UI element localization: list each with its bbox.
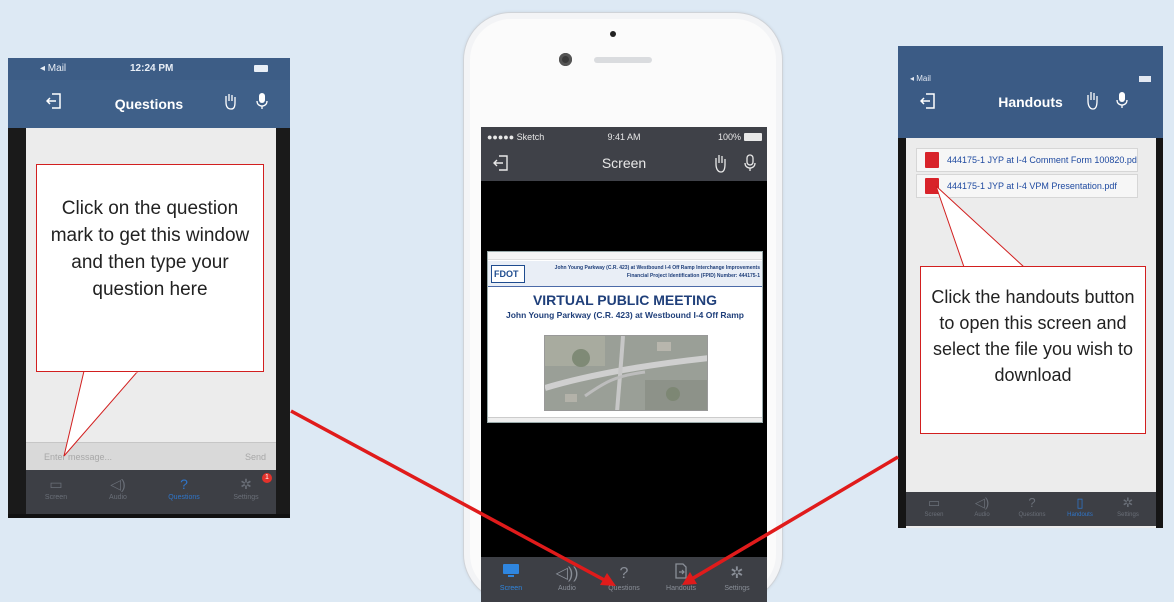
pdf-icon [925,152,939,168]
question-icon: ? [1028,495,1036,510]
tab-label: Screen [924,512,944,518]
battery-icon [744,133,762,141]
tab-label: Settings [233,494,259,501]
tab-questions[interactable]: ? Questions [596,563,652,592]
tab-screen[interactable]: ▭ Screen [34,476,78,501]
phone-mockup: ●●●●● Sketch 9:41 AM 100% Screen FDOT Jo… [463,12,783,602]
slide-footer [488,417,762,422]
status-bar: ●●●●● Sketch 9:41 AM 100% [481,127,767,147]
microphone-icon[interactable] [256,92,268,110]
tab-handouts[interactable]: Handouts [653,563,709,592]
question-icon: ? [619,565,629,582]
microphone-icon[interactable] [744,154,756,172]
tab-label: Questions [168,494,200,501]
tab-label: Audio [109,494,127,501]
project-fpid: Financial Project Identification (FPID) … [626,273,760,279]
clock: 12:24 PM [130,63,174,74]
monitor-icon [483,563,539,585]
slide-toolbar [488,252,762,260]
tab-screen[interactable]: ▭ Screen [912,494,956,518]
battery-icon [1139,76,1151,82]
slide-title: VIRTUAL PUBLIC MEETING [532,292,718,308]
file-name: 444175-1 JYP at I-4 Comment Form 100820.… [947,155,1138,165]
fdot-logo: FDOT [491,265,525,283]
tab-audio[interactable]: ◁) Audio [96,476,140,501]
speaker-icon: ◁)) [555,565,579,582]
speaker-icon: ◁) [110,476,126,492]
tab-questions[interactable]: ? Questions [1010,494,1054,518]
tab-settings[interactable]: ✲ 1 Settings [224,473,272,501]
nav-bar: ◂ Mail Handouts [898,46,1163,138]
project-name: John Young Parkway (C.R. 423) at Westbou… [554,265,760,271]
tab-bar: ▭ Screen ◁) Audio ? Questions ✲ 1 Settings [26,470,276,514]
tab-label: Questions [608,585,640,592]
raise-hand-icon[interactable] [1084,90,1100,110]
handouts-callout: Click the handouts button to open this s… [920,266,1146,434]
handout-file-item[interactable]: 444175-1 JYP at I-4 Comment Form 100820.… [916,148,1138,172]
earpiece [594,57,652,63]
phone-screen: ●●●●● Sketch 9:41 AM 100% Screen FDOT Jo… [481,127,767,602]
send-button[interactable]: Send [245,452,266,462]
tab-label: Screen [44,494,68,501]
monitor-icon: ▭ [49,476,63,492]
message-bar: Enter message... Send [26,442,276,470]
phone-bezel [8,514,290,518]
raise-hand-icon[interactable] [712,153,728,173]
tab-handouts[interactable]: ▯ Handouts [1058,494,1102,518]
tab-label: Questions [1018,512,1046,518]
tab-label: Audio [974,512,990,518]
gear-icon: ✲ [1122,495,1134,510]
tab-settings[interactable]: ✲ Settings [1106,494,1150,518]
tab-label: Audio [558,585,576,592]
tab-label: Handouts [666,585,696,592]
file-name: 444175-1 JYP at I-4 VPM Presentation.pdf [947,181,1117,191]
presentation-slide: FDOT John Young Parkway (C.R. 423) at We… [487,251,763,423]
handout-file-item[interactable]: 444175-1 JYP at I-4 VPM Presentation.pdf [916,174,1138,198]
speaker-icon: ◁) [974,495,990,510]
microphone-icon[interactable] [1116,91,1128,109]
question-icon: ? [180,476,188,492]
tab-audio[interactable]: ◁)) Audio [539,563,595,592]
battery-icon [254,65,268,72]
tab-questions[interactable]: ? Questions [162,476,206,501]
tab-audio[interactable]: ◁) Audio [960,494,1004,518]
camera-icon [559,53,572,66]
questions-callout: Click on the question mark to get this w… [36,164,264,372]
pdf-icon [925,178,939,194]
tab-bar: Screen ◁)) Audio ? Questions Handouts ✲ … [481,557,767,602]
speaker-dot [610,31,616,37]
tab-label: Handouts [1067,512,1093,518]
message-input[interactable]: Enter message... [44,452,112,462]
screen-title: Questions [114,96,184,112]
carrier-label: ◂ Mail [910,74,931,83]
slide-header: FDOT John Young Parkway (C.R. 423) at We… [488,261,762,287]
handout-icon: ▯ [1076,495,1084,510]
nav-bar: Screen [481,147,767,181]
status-bar: ◂ Mail 12:24 PM [8,58,290,80]
tab-label: Settings [1117,512,1139,518]
slide-subtitle: John Young Parkway (C.R. 423) at Westbou… [505,310,745,320]
tab-screen[interactable]: Screen [483,563,539,592]
gear-icon: ✲ [730,565,744,582]
battery-percent: 100% [717,132,741,142]
tab-label: Settings [724,585,750,592]
tab-settings[interactable]: ✲ Settings [709,563,765,592]
handout-icon [653,563,709,585]
raise-hand-icon[interactable] [222,92,238,110]
notification-badge: 1 [262,473,272,483]
monitor-icon: ▭ [927,495,941,510]
carrier-label: ◂ Mail [40,63,67,74]
tab-label: Screen [499,585,523,592]
aerial-map-image [544,335,708,411]
nav-bar: Questions [8,80,290,128]
tab-bar: ▭ Screen ◁) Audio ? Questions ▯ Handouts ✲ Se… [906,492,1156,526]
